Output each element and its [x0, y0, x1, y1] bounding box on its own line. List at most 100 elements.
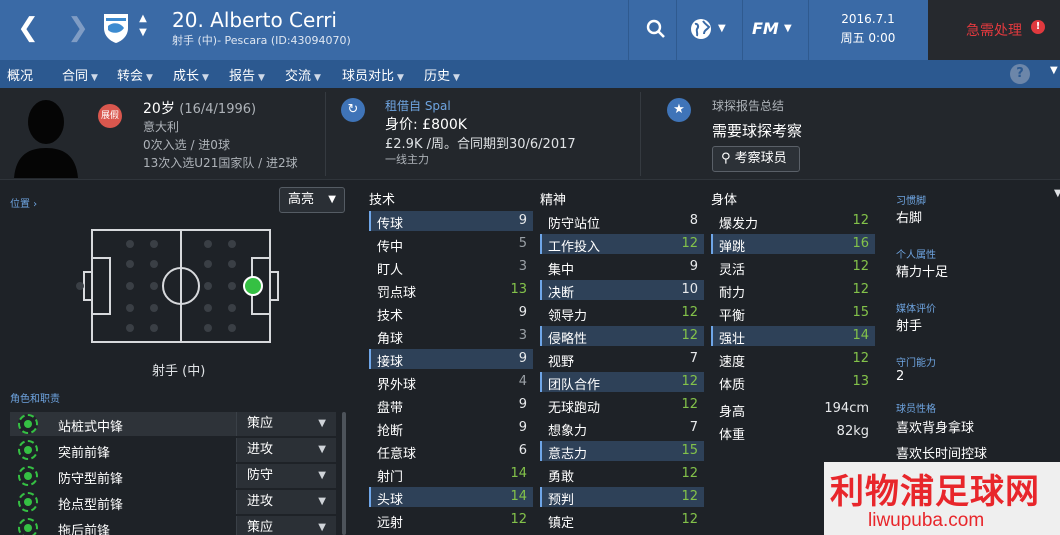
attribute-label: 灵活	[719, 263, 746, 278]
duty-dropdown[interactable]: 防守 ▼	[236, 464, 336, 488]
menu-interaction[interactable]: 交流 ▼	[285, 65, 321, 84]
player-value: 身价: £800K	[385, 117, 467, 133]
chevron-down-icon[interactable]: ▼	[718, 16, 726, 42]
loan-tag: 展假	[98, 104, 122, 128]
attribute-row: 速度 12	[711, 349, 875, 370]
menu-contract[interactable]: 合同 ▼	[62, 65, 98, 84]
attribute-row: 团队合作 12	[540, 372, 704, 393]
scout-player-button[interactable]: ⚲ 考察球员	[712, 146, 800, 172]
attribute-label: 团队合作	[548, 378, 601, 393]
duty-dropdown[interactable]: 策应 ▼	[236, 412, 336, 436]
attribute-value: 12	[510, 512, 527, 527]
attribute-label: 罚点球	[377, 286, 417, 301]
duty-dropdown[interactable]: 进攻 ▼	[236, 490, 336, 514]
chevron-down-icon: ▼	[202, 73, 209, 83]
attribute-label: 角球	[377, 332, 404, 347]
personality-label: 个人属性	[896, 250, 936, 261]
back-arrow-icon[interactable]: ❮	[14, 14, 42, 42]
height-row: 身高 194cm	[719, 401, 869, 420]
attribute-label: 头球	[377, 493, 404, 508]
defense-label: 守门能力	[896, 358, 936, 369]
role-row[interactable]: 抢点型前锋 进攻 ▼	[10, 490, 336, 514]
role-row[interactable]: 站桩式中锋 策应 ▼	[10, 412, 336, 436]
role-row[interactable]: 防守型前锋 防守 ▼	[10, 464, 336, 488]
menu-history[interactable]: 历史 ▼	[424, 65, 460, 84]
player-switch-icon[interactable]: ▲ ▼	[136, 12, 150, 40]
watermark: 利物浦足球网 liwupuba.com	[824, 462, 1060, 535]
chevron-down-icon[interactable]: ▼	[784, 16, 792, 42]
senior-caps: 0次入选 / 进0球	[143, 138, 230, 152]
attribute-row: 强壮 14	[711, 326, 875, 347]
attribute-value: 12	[681, 466, 698, 481]
search-icon: ⚲	[721, 151, 731, 166]
pitch-diagram	[76, 229, 279, 343]
menu-compare[interactable]: 球员对比 ▼	[342, 65, 404, 84]
help-icon[interactable]: ?	[1010, 64, 1030, 84]
menu-reports[interactable]: 报告 ▼	[229, 65, 265, 84]
attribute-label: 镇定	[548, 516, 575, 531]
attribute-value: 12	[681, 305, 698, 320]
urgent-action-button[interactable]: 急需处理 !	[928, 0, 1060, 60]
attribute-value: 13	[852, 374, 869, 389]
attribute-label: 弹跳	[719, 240, 746, 255]
attribute-value: 14	[852, 328, 869, 343]
u21-caps: 13次入选U21国家队 / 进2球	[143, 156, 298, 170]
role-row[interactable]: 拖后前锋 策应 ▼	[10, 516, 336, 535]
attribute-value: 15	[681, 443, 698, 458]
highlight-dropdown[interactable]: 高亮 ▼	[279, 187, 345, 213]
attribute-label: 接球	[377, 355, 404, 370]
attribute-label: 想象力	[548, 424, 588, 439]
attribute-value: 5	[518, 236, 527, 251]
date-time[interactable]: 2016.7.1 周五 0:00	[818, 10, 918, 48]
personality: 精力十足	[896, 265, 949, 280]
attribute-value: 12	[681, 512, 698, 527]
attribute-label: 预判	[548, 493, 575, 508]
fm-menu-icon[interactable]: FM	[752, 16, 779, 42]
duty-dropdown[interactable]: 策应 ▼	[236, 516, 336, 535]
attribute-row: 界外球 4	[369, 372, 533, 393]
loan-from-link[interactable]: 租借自 Spal	[385, 97, 451, 114]
position-link[interactable]: 位置 ›	[10, 195, 37, 210]
attribute-row: 预判 12	[540, 487, 704, 508]
chevron-down-icon: ▼	[146, 73, 153, 83]
squad-status: 一线主力	[385, 153, 429, 166]
chevron-down-icon[interactable]: ▼	[1054, 188, 1060, 199]
attribute-value: 12	[681, 397, 698, 412]
physical-header: 身体	[711, 193, 738, 208]
attribute-value: 7	[689, 420, 698, 435]
forward-arrow-icon[interactable]: ❯	[64, 14, 92, 42]
attribute-label: 任意球	[377, 447, 417, 462]
player-silhouette-icon	[14, 100, 78, 178]
weight-row: 体重 82kg	[719, 424, 869, 443]
chevron-down-icon[interactable]: ▼	[1050, 65, 1058, 76]
attribute-row: 技术 9	[369, 303, 533, 324]
globe-icon[interactable]	[690, 16, 712, 42]
attribute-label: 领导力	[548, 309, 588, 324]
scrollbar[interactable]	[342, 412, 346, 535]
attribute-row: 耐力 12	[711, 280, 875, 301]
chevron-down-icon: ▼	[258, 73, 265, 83]
attribute-label: 抢断	[377, 424, 404, 439]
attribute-label: 盘带	[377, 401, 404, 416]
menu-transfer[interactable]: 转会 ▼	[117, 65, 153, 84]
attribute-row: 防守站位 8	[540, 211, 704, 232]
attribute-label: 技术	[377, 309, 404, 324]
watermark-en: liwupuba.com	[868, 510, 985, 531]
media-label: 媒体评价	[896, 304, 936, 315]
attribute-label: 射门	[377, 470, 404, 485]
attribute-label: 决断	[548, 286, 575, 301]
attribute-row: 体质 13	[711, 372, 875, 393]
menu-overview[interactable]: 概况	[7, 65, 33, 84]
chevron-down-icon: ▼	[397, 73, 404, 83]
menu-development[interactable]: 成长 ▼	[173, 65, 209, 84]
attribute-value: 12	[852, 213, 869, 228]
attribute-row: 意志力 15	[540, 441, 704, 462]
player-name: 20. Alberto Cerri	[172, 8, 337, 32]
role-row[interactable]: 突前前锋 进攻 ▼	[10, 438, 336, 462]
chevron-down-icon: ▼	[318, 522, 326, 533]
search-icon[interactable]	[646, 16, 666, 42]
attribute-value: 12	[852, 282, 869, 297]
attribute-row: 镇定 12	[540, 510, 704, 531]
attribute-value: 9	[518, 213, 527, 228]
duty-dropdown[interactable]: 进攻 ▼	[236, 438, 336, 462]
